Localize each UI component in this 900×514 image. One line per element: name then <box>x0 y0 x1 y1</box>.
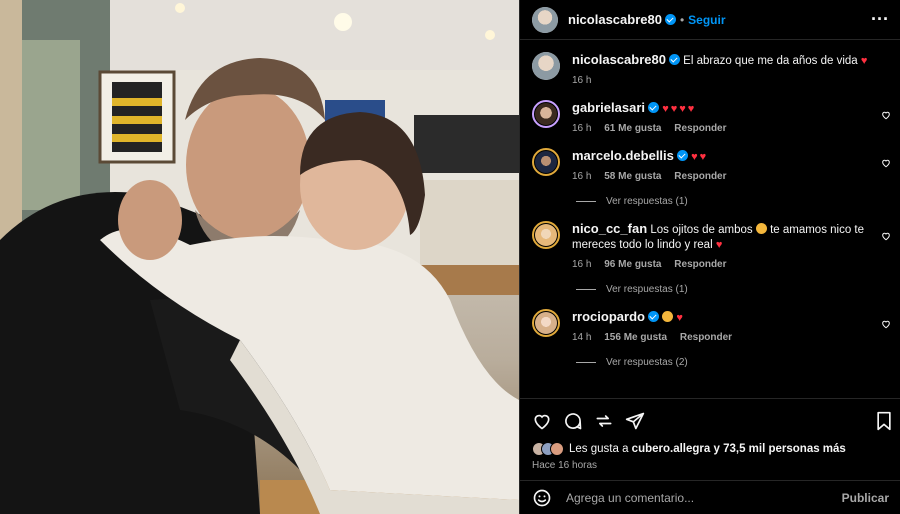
comments-list: nicolascabre80 El abrazo que me da años … <box>520 40 900 398</box>
comment-avatar[interactable] <box>532 100 560 128</box>
photo-illustration <box>0 0 519 514</box>
add-comment-bar: Agrega un comentario... Publicar <box>520 480 900 514</box>
verified-badge-icon <box>668 54 680 65</box>
comment-username[interactable]: gabrielasari <box>572 100 645 115</box>
likes-prefix: Les gusta a <box>569 443 629 455</box>
author-username[interactable]: nicolascabre80 <box>568 12 662 27</box>
likes-summary[interactable]: Les gusta a cubero.allegra y 73,5 mil pe… <box>532 442 846 456</box>
pleading-face-emoji <box>755 223 767 234</box>
post-header: nicolascabre80 • Seguir ··· <box>520 0 900 40</box>
follow-button[interactable]: Seguir <box>688 13 725 27</box>
caption-username[interactable]: nicolascabre80 <box>572 52 666 67</box>
likes-user[interactable]: cubero.allegra <box>632 443 711 455</box>
share-icon[interactable] <box>594 411 614 431</box>
likes-count[interactable]: y 73,5 mil personas más <box>714 443 846 455</box>
comment-likes[interactable]: 58 Me gusta <box>604 171 661 182</box>
comment-time: 16 h <box>572 123 592 134</box>
comment-username[interactable]: marcelo.debellis <box>572 148 674 163</box>
verified-badge-icon <box>676 150 688 161</box>
comment-text: Los ojitos de ambos <box>650 224 753 236</box>
pleading-face-emoji <box>662 311 674 322</box>
comment-avatar[interactable] <box>532 309 560 337</box>
comment-username[interactable]: nico_cc_fan <box>572 221 647 236</box>
verified-badge-icon <box>648 102 659 113</box>
caption-time: 16 h <box>572 75 592 86</box>
post-time-ago: Hace 16 horas <box>532 460 598 471</box>
verified-badge-icon <box>664 14 676 25</box>
post-photo[interactable] <box>0 0 519 514</box>
like-comment-heart-icon[interactable] <box>881 110 891 120</box>
author-avatar[interactable] <box>532 6 558 33</box>
comment-row: nico_cc_fan Los ojitos de ambos te amamo… <box>532 221 900 270</box>
comment-time: 14 h <box>572 332 592 343</box>
comment-avatar[interactable] <box>532 148 560 176</box>
comment-username[interactable]: rrociopardo <box>572 309 645 324</box>
comment-hearts: ♥♥♥♥ <box>662 103 697 115</box>
caption-row: nicolascabre80 El abrazo que me da años … <box>532 52 900 86</box>
comment-likes[interactable]: 156 Me gusta <box>604 332 667 343</box>
comment-hearts: ♥ <box>676 312 685 324</box>
send-icon[interactable] <box>625 411 645 431</box>
view-replies-button[interactable]: Ver respuestas (2) <box>576 357 900 368</box>
view-replies-button[interactable]: Ver respuestas (1) <box>576 196 900 207</box>
heart-emoji: ♥ <box>860 55 870 67</box>
comment-likes[interactable]: 61 Me gusta <box>604 123 661 134</box>
comment-time: 16 h <box>572 259 592 270</box>
like-comment-heart-icon[interactable] <box>881 231 891 241</box>
like-comment-heart-icon[interactable] <box>881 319 891 329</box>
bookmark-icon[interactable] <box>875 411 893 431</box>
comment-likes[interactable]: 96 Me gusta <box>604 259 661 270</box>
reply-button[interactable]: Responder <box>680 332 732 343</box>
comment-time: 16 h <box>572 171 592 182</box>
comment-row: gabrielasari ♥♥♥♥ 16 h 61 Me gusta Respo… <box>532 100 900 134</box>
separator-dot: • <box>679 12 685 27</box>
reply-button[interactable]: Responder <box>674 171 726 182</box>
verified-badge-icon <box>647 311 659 322</box>
emoji-icon[interactable] <box>532 488 552 508</box>
reply-button[interactable]: Responder <box>674 123 726 134</box>
comment-hearts: ♥♥ <box>691 151 709 163</box>
action-bar <box>520 398 900 442</box>
post-panel: nicolascabre80 • Seguir ··· nicolascabre… <box>519 0 900 514</box>
caption-text: El abrazo que me da años de vida <box>683 55 858 67</box>
more-icon[interactable]: ··· <box>871 9 889 30</box>
comment-icon[interactable] <box>563 411 583 431</box>
comment-hearts: ♥ <box>715 239 725 251</box>
publish-button[interactable]: Publicar <box>842 491 889 505</box>
reply-button[interactable]: Responder <box>674 259 726 270</box>
heart-icon[interactable] <box>532 411 552 431</box>
liker-avatar <box>550 442 564 456</box>
comment-input[interactable]: Agrega un comentario... <box>566 491 842 505</box>
view-replies-button[interactable]: Ver respuestas (1) <box>576 284 900 295</box>
comment-row: marcelo.debellis ♥♥ 16 h 58 Me gusta Res… <box>532 148 900 182</box>
caption-avatar[interactable] <box>532 52 560 80</box>
like-comment-heart-icon[interactable] <box>881 158 891 168</box>
comment-avatar[interactable] <box>532 221 560 249</box>
comment-row: rrociopardo ♥ 14 h 156 Me gusta Responde… <box>532 309 900 343</box>
